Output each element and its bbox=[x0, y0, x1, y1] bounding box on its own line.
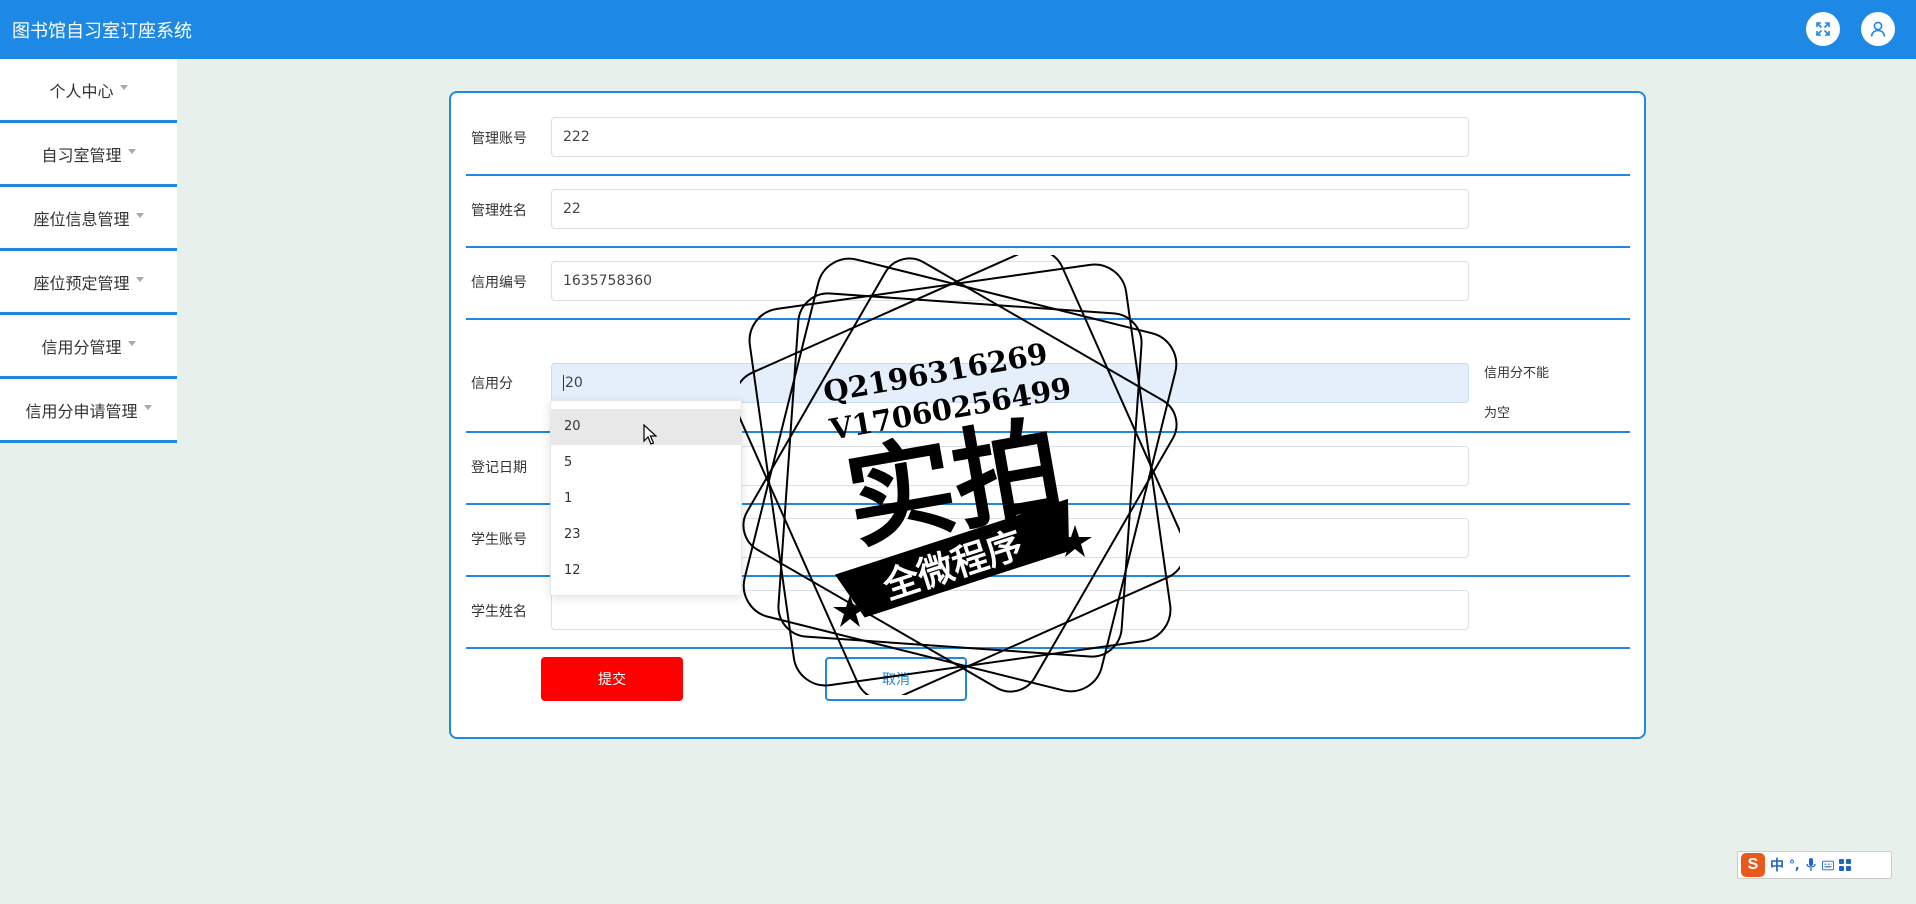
dropdown-option[interactable]: 1 bbox=[551, 481, 741, 517]
sidebar-item-credit-score[interactable]: 信用分管理 bbox=[0, 315, 177, 379]
form-row-admin-account: 管理账号 222 bbox=[466, 117, 1630, 176]
sidebar-item-study-room[interactable]: 自习室管理 bbox=[0, 123, 177, 187]
ime-mode[interactable]: 中 bbox=[1770, 855, 1784, 875]
ime-punct[interactable]: °, bbox=[1789, 858, 1800, 872]
caret-down-icon bbox=[127, 341, 136, 346]
field-label: 登记日期 bbox=[471, 460, 527, 476]
text-cursor bbox=[563, 375, 564, 391]
sidebar-item-label: 信用分申请管理 bbox=[25, 401, 138, 421]
sidebar-item-personal-center[interactable]: 个人中心 bbox=[0, 59, 177, 123]
app-title: 图书馆自习室订座系统 bbox=[12, 21, 192, 42]
caret-down-icon bbox=[135, 277, 144, 282]
form-row-admin-name: 管理姓名 22 bbox=[466, 189, 1630, 248]
fullscreen-button[interactable] bbox=[1806, 12, 1840, 46]
field-label: 学生账号 bbox=[471, 532, 527, 548]
sidebar-item-label: 个人中心 bbox=[49, 81, 114, 101]
dropdown-option[interactable]: 23 bbox=[551, 517, 741, 553]
field-label: 管理姓名 bbox=[471, 203, 527, 219]
sidebar-item-label: 座位预定管理 bbox=[33, 273, 130, 293]
expand-icon bbox=[1816, 22, 1830, 36]
grid-menu-icon[interactable] bbox=[1838, 859, 1851, 871]
microphone-icon[interactable] bbox=[1805, 858, 1817, 871]
watermark-stamp: Q2196316269 V17060256499 实拍 全微程序 bbox=[740, 255, 1180, 695]
credit-score-value: 20 bbox=[565, 375, 583, 391]
caret-down-icon bbox=[119, 85, 128, 90]
user-button[interactable] bbox=[1861, 12, 1895, 46]
dropdown-option[interactable]: 12 bbox=[551, 553, 741, 589]
sidebar-item-label: 信用分管理 bbox=[41, 337, 122, 357]
sidebar: 个人中心 自习室管理 座位信息管理 座位预定管理 信用分管理 信用分申请管理 bbox=[0, 59, 177, 443]
validation-error: 信用分不能 bbox=[1484, 366, 1550, 381]
ime-logo-icon[interactable]: S bbox=[1741, 853, 1765, 877]
keyboard-icon[interactable] bbox=[1821, 859, 1834, 871]
sidebar-item-seat-info[interactable]: 座位信息管理 bbox=[0, 187, 177, 251]
dropdown-option[interactable]: 5 bbox=[551, 445, 741, 481]
ime-toolbar: S 中 °, bbox=[1737, 851, 1892, 879]
user-icon bbox=[1870, 21, 1886, 37]
mouse-pointer-icon bbox=[643, 424, 657, 445]
caret-down-icon bbox=[127, 149, 136, 154]
sidebar-item-label: 自习室管理 bbox=[41, 145, 122, 165]
sidebar-item-seat-booking[interactable]: 座位预定管理 bbox=[0, 251, 177, 315]
sidebar-item-label: 座位信息管理 bbox=[33, 209, 130, 229]
admin-account-input[interactable]: 222 bbox=[551, 117, 1469, 157]
caret-down-icon bbox=[143, 405, 152, 410]
field-label: 信用编号 bbox=[471, 275, 527, 291]
field-label: 信用分 bbox=[471, 376, 513, 392]
admin-name-input[interactable]: 22 bbox=[551, 189, 1469, 229]
submit-button[interactable]: 提交 bbox=[541, 657, 683, 701]
caret-down-icon bbox=[135, 213, 144, 218]
field-label: 管理账号 bbox=[471, 131, 527, 147]
sidebar-item-credit-application[interactable]: 信用分申请管理 bbox=[0, 379, 177, 443]
field-label: 学生姓名 bbox=[471, 604, 527, 620]
validation-error: 为空 bbox=[1484, 406, 1511, 421]
top-bar: 图书馆自习室订座系统 bbox=[0, 0, 1916, 59]
